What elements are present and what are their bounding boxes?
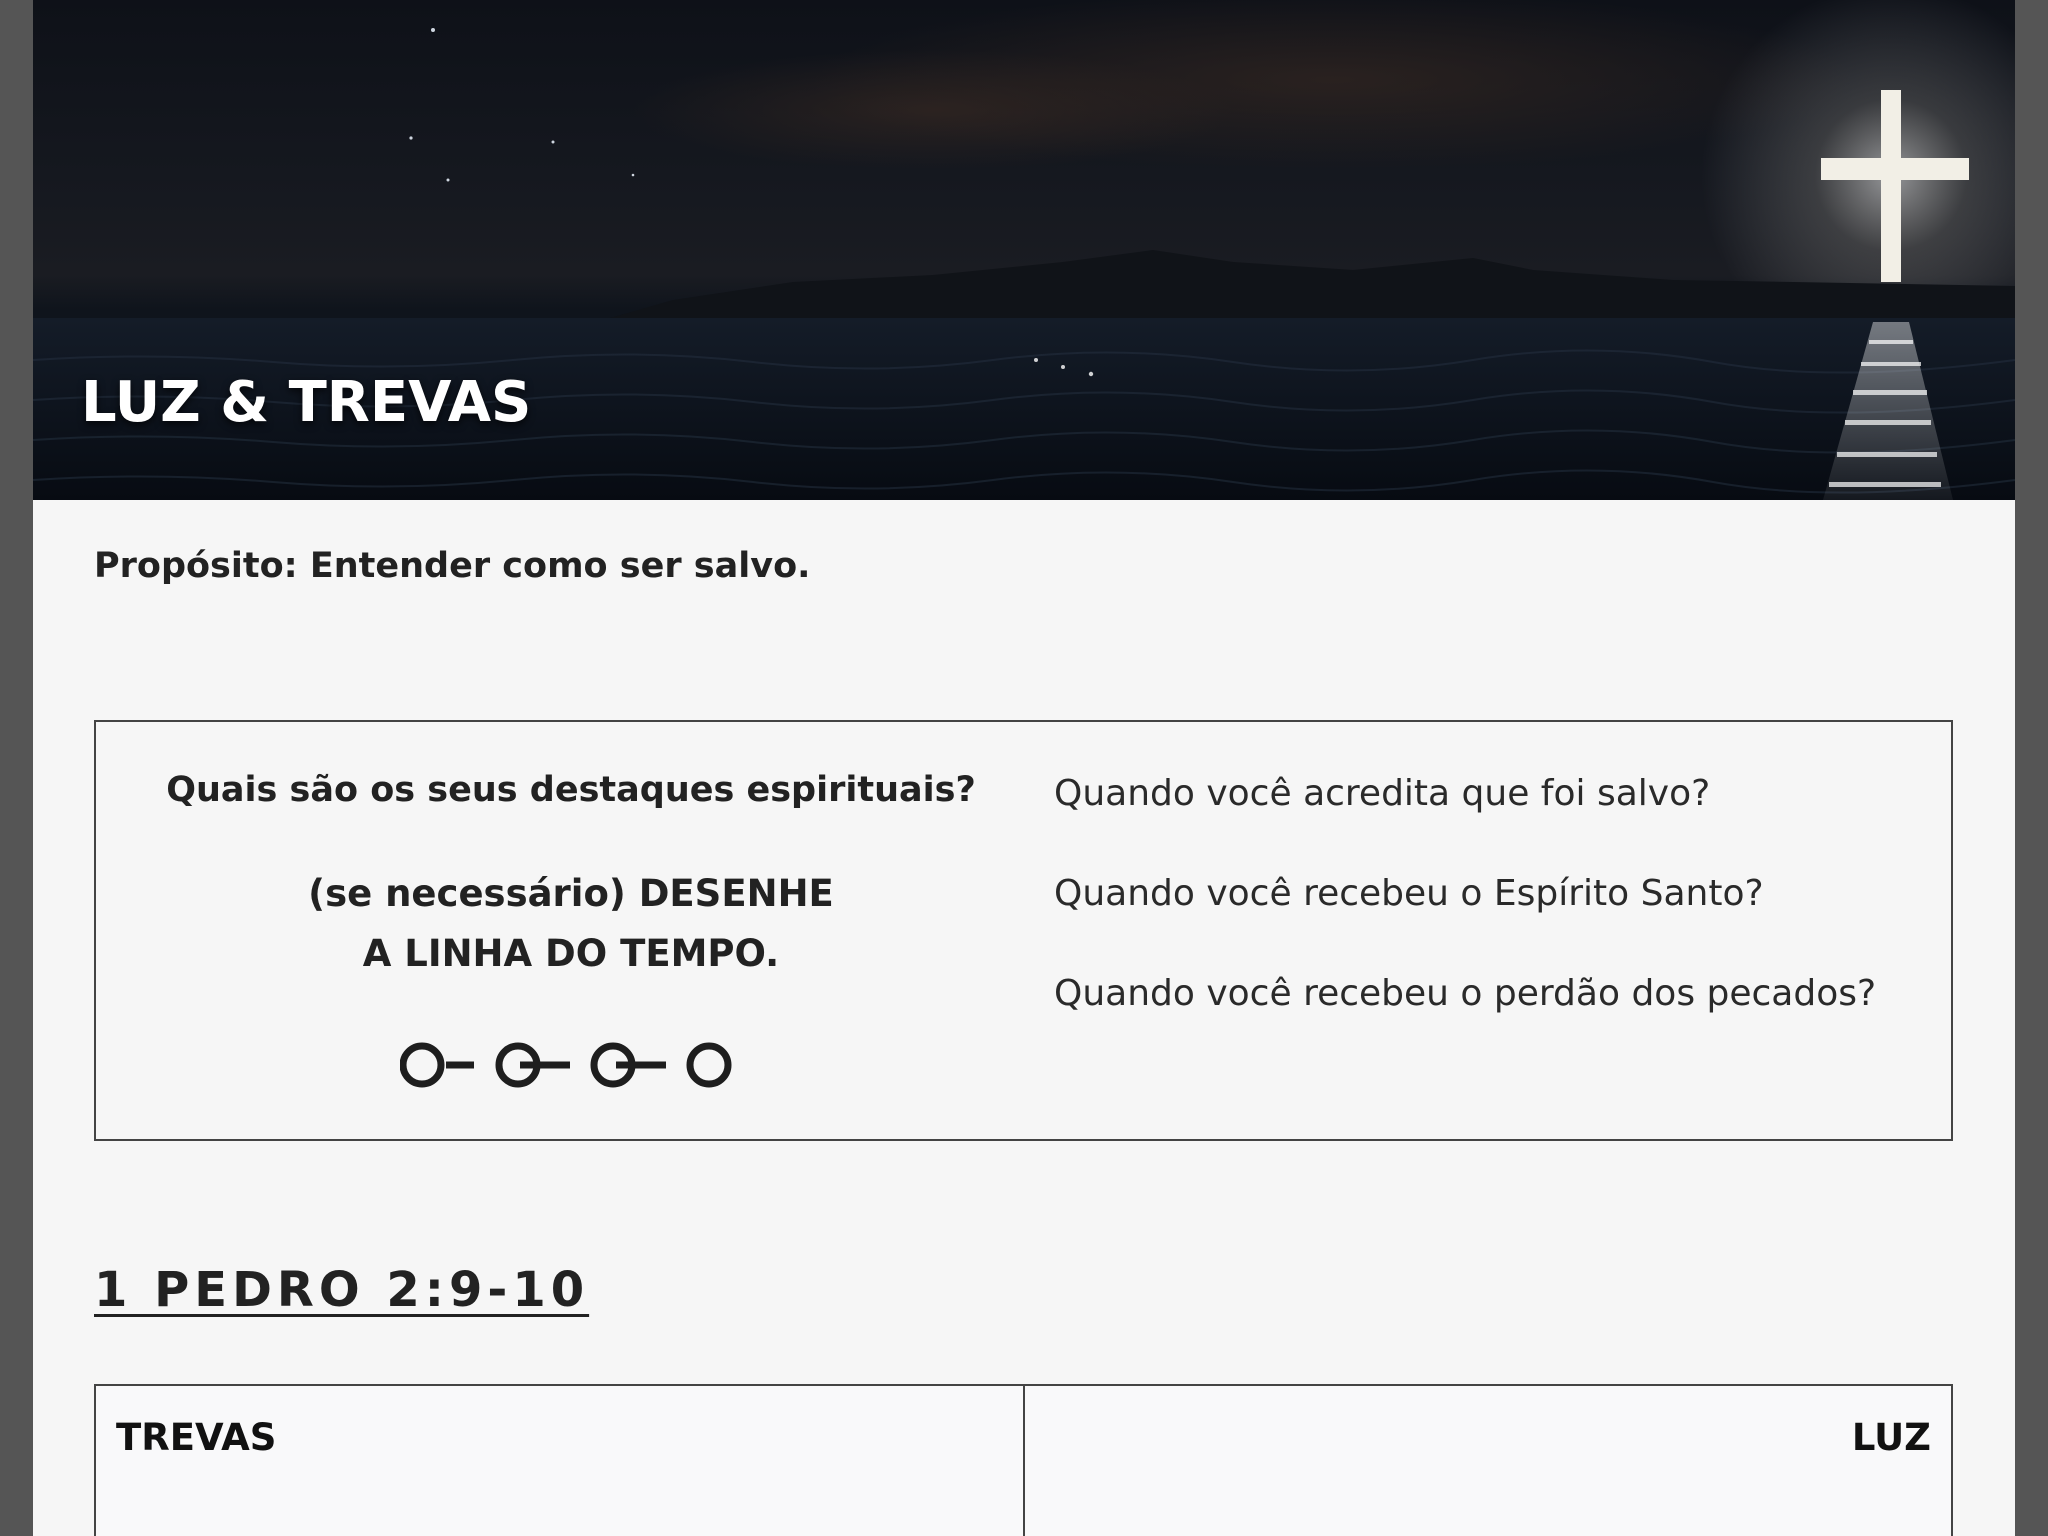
darkness-header: TREVAS — [116, 1416, 277, 1459]
question-item: Quando você acredita que foi salvo? — [1054, 773, 1711, 814]
hero-banner: LUZ & TREVAS — [33, 0, 2015, 500]
comparison-table: TREVAS LUZ — [94, 1384, 1953, 1536]
page-title: LUZ & TREVAS — [81, 370, 532, 435]
timeline-icon — [400, 1042, 732, 1088]
question-item: Quando você recebeu o perdão dos pecados… — [1054, 973, 1877, 1014]
draw-line-2: A LINHA DO TEMPO. — [362, 932, 780, 975]
scripture-reference: 1 PEDRO 2:9-10 — [94, 1262, 590, 1318]
draw-line-1: (se necessário) DESENHE — [308, 872, 834, 915]
light-column: LUZ — [1022, 1386, 1952, 1536]
highlights-heading: Quais são os seus destaques espirituais? — [166, 770, 976, 810]
question-item: Quando você recebeu o Espírito Santo? — [1054, 873, 1764, 914]
draw-timeline-instruction: (se necessário) DESENHE A LINHA DO TEMPO… — [96, 864, 1046, 984]
light-header: LUZ — [1851, 1416, 1931, 1459]
document-page: LUZ & TREVAS Propósito: Entender como se… — [33, 0, 2015, 1536]
question-list: Quando você acredita que foi salvo? Quan… — [1054, 770, 1934, 1070]
purpose-statement: Propósito: Entender como ser salvo. — [94, 546, 811, 586]
darkness-column: TREVAS — [96, 1386, 1023, 1536]
questions-box: Quais são os seus destaques espirituais?… — [94, 720, 1953, 1141]
